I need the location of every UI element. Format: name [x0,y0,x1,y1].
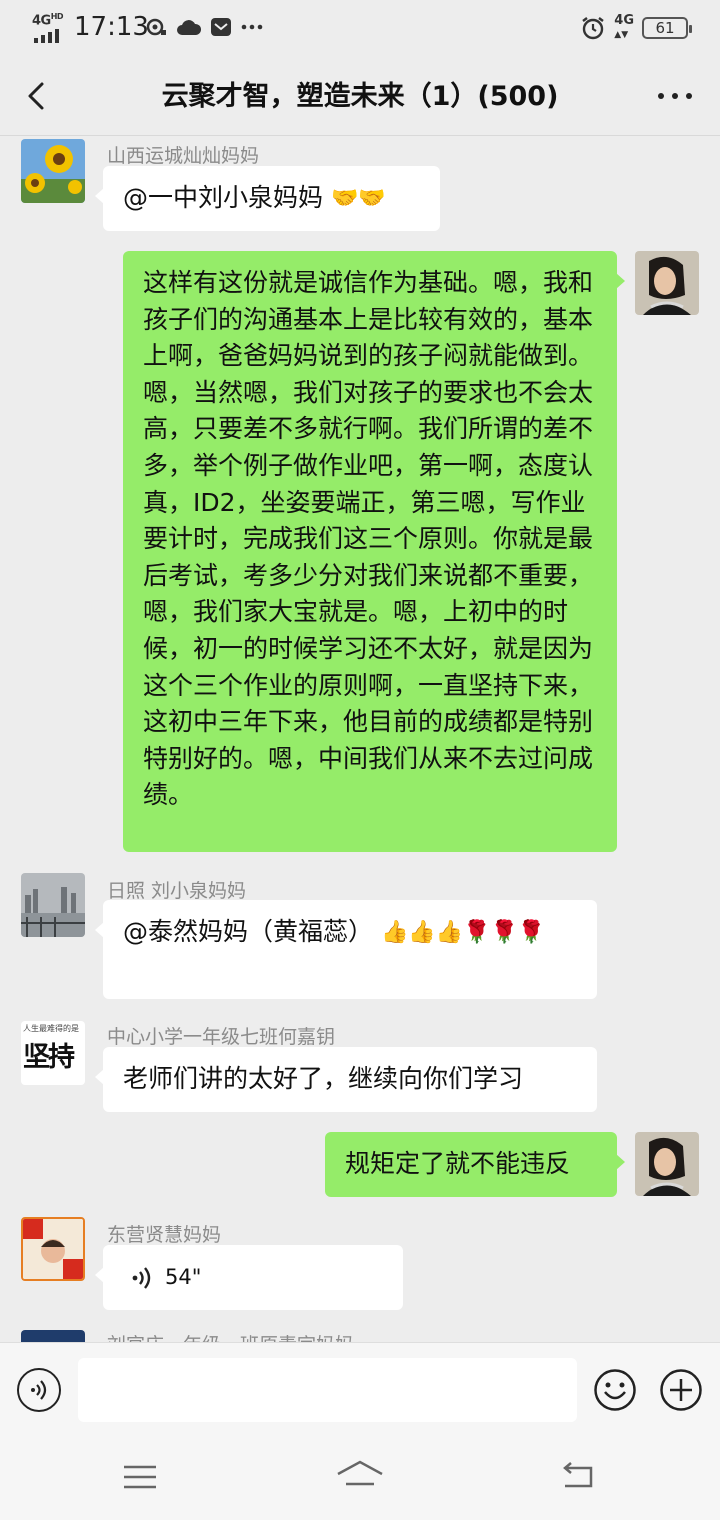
handshake-emoji: 🤝🤝 [330,185,386,211]
more-options-button[interactable] [658,86,694,106]
message-text: 规矩定了就不能违反 [345,1149,571,1178]
system-nav-bar [0,1436,720,1520]
back-button[interactable] [18,76,58,116]
chevron-left-icon [28,82,44,110]
portrait-avatar-icon [635,1132,699,1196]
voice-icon [31,1380,47,1400]
signal-bars-icon [34,29,59,43]
avatar-child[interactable] [21,1217,85,1281]
emoji-button[interactable] [593,1368,637,1412]
weather-cloud-icon [177,20,202,35]
message-bubble[interactable]: 老师们讲的太好了，继续向你们学习 [95,1047,597,1112]
sender-name: 东营贤慧妈妈 [107,1224,222,1246]
avatar-caption: 人生最难得的是 [23,1024,79,1033]
return-icon [563,1462,593,1488]
chat-title: 云聚才智，塑造未来（1）(500) [161,81,559,112]
more-dot-icon [686,93,692,99]
cityscape-avatar-icon [21,873,85,937]
more-dot-icon [672,93,678,99]
portrait-avatar-icon [635,251,699,315]
message-text: @泰然妈妈（黄福蕊） [123,917,381,946]
avatar-self[interactable] [635,251,699,315]
message-bubble-self[interactable]: 这样有这份就是诚信作为基础。嗯，我和孩子们的沟通基本上是比较有效的，基本上啊，爸… [123,251,625,852]
message-text: 老师们讲的太好了，继续向你们学习 [123,1064,524,1093]
avatar-calligraphy[interactable]: 人生最难得的是 坚持 [21,1021,85,1085]
avatar-city[interactable] [21,873,85,937]
avatar-sunflower[interactable] [21,139,85,203]
avatar-text: 坚持 [23,1042,75,1073]
plus-icon [660,1369,702,1411]
sender-name: 刘官庄一年级一班原素宇妈妈 [107,1330,354,1342]
avatar-self[interactable] [635,1132,699,1196]
notification-icons [146,16,264,38]
status-bar: 4GHD 17:13 4G ▲▼ 61 [0,0,720,58]
message-bubble-self[interactable]: 规矩定了就不能违反 [325,1132,625,1197]
network-4g-label: 4G ▲▼ [614,13,634,40]
thumbs-rose-emoji: 👍👍👍🌹🌹🌹 [380,919,546,945]
smiley-icon [594,1369,636,1411]
home-button[interactable] [336,1458,384,1494]
voice-duration: 54" [165,1265,202,1289]
message-bubble[interactable]: @泰然妈妈（黄福蕊） 👍👍👍🌹🌹🌹 [95,900,597,999]
more-dot-icon [658,93,664,99]
status-time: 17:13 [74,12,149,42]
system-back-button[interactable] [559,1460,599,1492]
home-icon [337,1460,383,1486]
signal-indicator: 4GHD [32,12,70,43]
status-right: 4G ▲▼ 61 [580,13,692,42]
sender-name: 日照 刘小泉妈妈 [107,880,247,902]
more-functions-button[interactable] [659,1368,703,1412]
more-dots-icon [241,24,263,30]
message-icon [211,18,231,36]
message-list[interactable]: 山西运城灿灿妈妈 @一中刘小泉妈妈 🤝🤝 这样有这份就是诚信作为基础。嗯，我和孩… [0,137,720,1342]
avatar-partial[interactable] [21,1330,85,1342]
voice-wave-icon [132,1267,151,1289]
menu-icon [124,1465,156,1489]
hotspot-icon [146,18,166,36]
voice-message-bubble[interactable]: 54" [95,1245,403,1310]
voice-input-button[interactable] [17,1368,61,1412]
battery-indicator: 61 [642,17,692,39]
alarm-icon [582,17,605,40]
input-bar [0,1342,720,1436]
child-avatar-icon [23,1219,83,1279]
message-text: @一中刘小泉妈妈 [123,183,331,212]
menu-button[interactable] [122,1464,158,1490]
chat-header: 云聚才智，塑造未来（1）(500) [0,58,720,136]
message-bubble[interactable]: @一中刘小泉妈妈 🤝🤝 [95,166,440,231]
sender-name: 中心小学一年级七班何嘉钥 [107,1026,336,1048]
sender-name: 山西运城灿灿妈妈 [107,145,260,167]
message-input[interactable] [78,1358,577,1422]
sunflower-avatar-icon [21,139,85,203]
message-text: 这样有这份就是诚信作为基础。嗯，我和孩子们的沟通基本上是比较有效的，基本上啊，爸… [143,268,594,810]
network-label: 4GHD [32,12,64,29]
